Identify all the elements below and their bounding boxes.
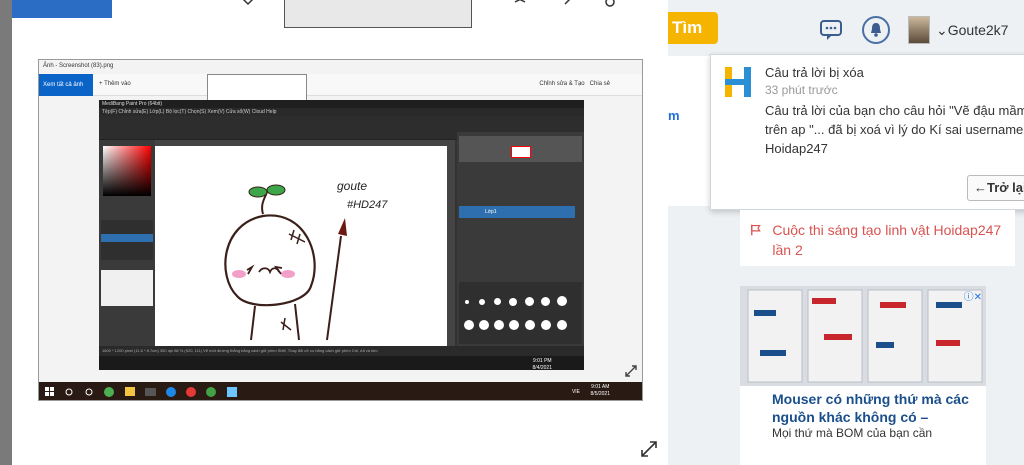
tool-icon[interactable]: [512, 0, 528, 10]
taskbar-app-icons: [45, 387, 237, 397]
ad-description: Mọi thứ mà BOM của bạn cần: [772, 426, 933, 440]
chat-icon[interactable]: [818, 17, 844, 43]
taskbar-date: 8/5/2021: [590, 391, 610, 397]
notifications-button[interactable]: [862, 16, 890, 44]
brush-size-dot: [479, 320, 489, 330]
avatar[interactable]: [908, 16, 930, 44]
share-label: Chia sẻ: [589, 81, 610, 87]
notification-popup: Câu trả lời bị xóa 33 phút trước Câu trả…: [710, 54, 1024, 210]
layer-row: Lớp1: [459, 206, 575, 218]
taskbar-clock: 9:01 AM 8/5/2021: [591, 384, 610, 398]
selected-brush: [101, 234, 153, 242]
medibang-window: MediBang Paint Pro (64bit) Tệp(F) Chỉnh …: [99, 100, 584, 372]
brush-size-dot: [509, 320, 519, 330]
windows-taskbar: 9:01 AM 8/5/2021 VIE: [39, 382, 642, 400]
side-link-fragment[interactable]: m: [668, 108, 680, 123]
chevron-down-icon: ⌄: [936, 21, 948, 38]
medibang-status: 1600 * 1200 pixel (11.6 * 8.7cm) 350 dpi…: [99, 346, 584, 356]
notification-time: 33 phút trước: [765, 83, 838, 97]
username-menu[interactable]: ⌄Goute2k7: [936, 22, 1008, 39]
lightbox-top: [12, 0, 668, 40]
expand-small-icon[interactable]: [624, 364, 638, 378]
thumbnail-preview[interactable]: [284, 0, 472, 28]
brush-size-dot: [509, 298, 517, 306]
mascot-drawing: goute #HD247: [224, 179, 388, 341]
brush-preview: [101, 270, 153, 306]
ad-close-icon[interactable]: ⓘ✕: [960, 288, 982, 303]
brush-size-dot: [464, 320, 474, 330]
navigator-frame: [511, 146, 531, 158]
photos-toolbar: Xem tất cả ảnh + Thêm vào Chỉnh sửa & Tạ…: [39, 74, 642, 128]
lightbox-tab[interactable]: [12, 0, 112, 18]
canvas-area: goute #HD247: [155, 140, 455, 346]
bell-icon: [871, 23, 881, 37]
brush-list: [101, 220, 153, 260]
brush-size-dot: [525, 297, 534, 306]
screenshot-image: Ảnh - Screenshot (83).png Xem tất cả ảnh…: [38, 59, 643, 401]
photos-title: Ảnh - Screenshot (83).png: [39, 60, 642, 74]
back-button[interactable]: ←Trở lại: [967, 175, 1024, 201]
search-button[interactable]: Tìm: [668, 12, 718, 44]
username: Goute2k7: [947, 21, 1009, 38]
color-palette: [103, 146, 151, 196]
notification-title[interactable]: Câu trả lời bị xóa: [765, 65, 864, 80]
ad-headline[interactable]: Mouser có những thứ mà các nguồn khác kh…: [772, 390, 982, 426]
edit-icon[interactable]: [562, 0, 578, 10]
contest-link[interactable]: Cuộc thi sáng tạo linh vật Hoidap247 lần…: [772, 220, 1005, 258]
inner-taskbar: 9:01 PM 8/4/2021: [99, 356, 584, 372]
contest-card[interactable]: Cuộc thi sáng tạo linh vật Hoidap247 lần…: [740, 210, 1015, 266]
brush-size-dot: [557, 320, 567, 330]
inner-clock: 9:01 PM 8/4/2021: [533, 358, 552, 372]
edit-share-group: Chỉnh sửa & Tạo Chia sẻ: [539, 81, 610, 87]
brush-size-panel: [459, 282, 582, 344]
taskbar-time: 9:01 AM: [591, 384, 610, 390]
brush-size-dot: [494, 320, 504, 330]
brush-size-dot: [557, 296, 567, 306]
brush-size-dot: [479, 299, 485, 305]
medibang-menu: Tệp(F) Chỉnh sửa(E) Lớp(L) Bộ lọc(T) Chọ…: [99, 108, 584, 116]
add-to-label: Thêm vào: [104, 81, 131, 87]
see-all-photos-button: Xem tất cả ảnh: [39, 74, 93, 96]
fullscreen-icon[interactable]: [640, 440, 658, 458]
navigator-panel: [459, 136, 582, 162]
drawing-text-goute: goute: [337, 179, 367, 193]
notification-body: Câu trả lời của bạn cho câu hỏi "Vẽ đậu …: [765, 103, 1024, 156]
brush-size-dot: [494, 298, 501, 305]
medibang-right-panel: Lớp1: [457, 132, 584, 346]
advertisement[interactable]: ⓘ✕ Mouser có những thứ mà các nguồn khác…: [740, 286, 986, 465]
brush-size-dot: [541, 320, 551, 330]
medibang-title: MediBang Paint Pro (64bit): [99, 100, 584, 108]
drawing-text-hd247: #HD247: [347, 199, 388, 211]
medibang-left-panel: [99, 140, 155, 346]
inner-time: 9:01 PM: [532, 358, 552, 364]
brush-size-dot: [465, 300, 469, 304]
brush-size-dot: [525, 320, 535, 330]
add-to-button: + Thêm vào: [99, 81, 131, 87]
brush-size-dot: [541, 297, 550, 306]
chevron-down-icon[interactable]: [240, 0, 256, 10]
hoidap-logo-icon: [725, 67, 751, 97]
edit-create-label: Chỉnh sửa & Tạo: [539, 81, 585, 87]
ad-warehouse-image: [740, 286, 986, 386]
inner-date: 8/4/2021: [532, 365, 552, 371]
flag-icon: [751, 224, 761, 236]
image-lightbox: Ảnh - Screenshot (83).png Xem tất cả ảnh…: [12, 0, 668, 465]
header-actions: ⌄Goute2k7: [818, 14, 1008, 46]
gear-icon[interactable]: [602, 0, 618, 10]
drawing-canvas: goute #HD247: [155, 146, 447, 346]
taskbar-language: VIE: [571, 389, 580, 395]
